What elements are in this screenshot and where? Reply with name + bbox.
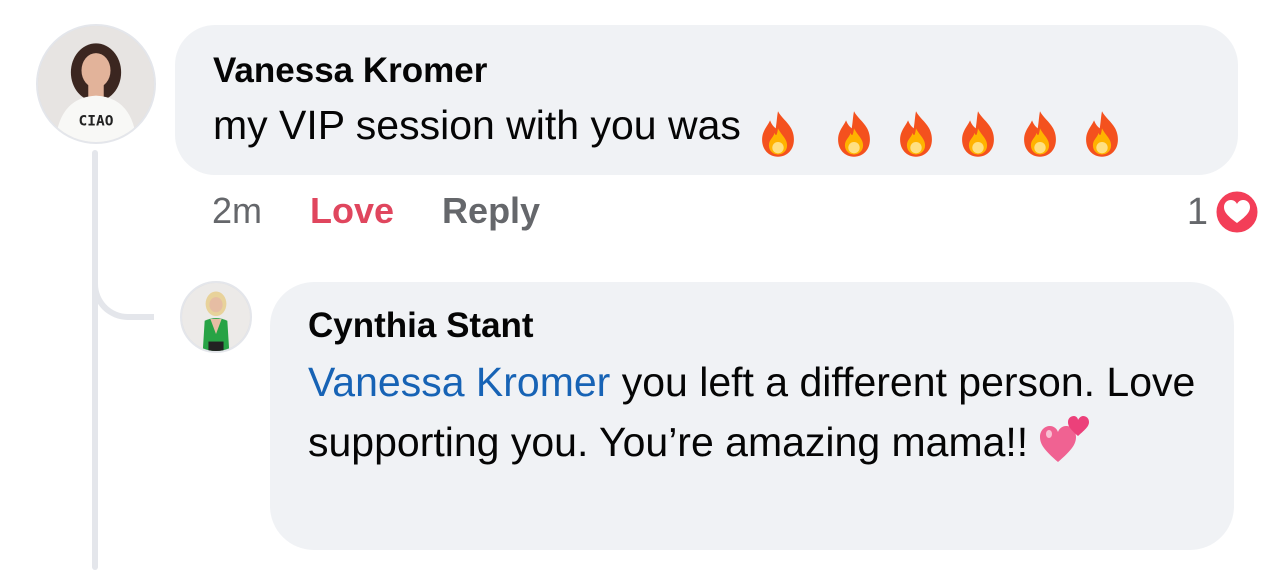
comment-author[interactable]: Vanessa Kromer [213,51,487,91]
reply-bubble: Cynthia Stant Vanessa Kromer you left a … [270,282,1234,550]
thread-branch-connector [92,250,154,320]
comment-timestamp[interactable]: 2m [212,190,262,232]
comment-bubble: Vanessa Kromer my VIP session with you w… [175,25,1238,175]
reply-author[interactable]: Cynthia Stant [308,306,534,346]
comment-body: my VIP session with you was [213,102,741,148]
avatar-photo [182,283,250,351]
two-hearts-icon [1040,416,1090,462]
avatar-photo: CIAO [38,26,154,142]
reaction-summary[interactable]: 1 [1187,187,1262,237]
reply-button[interactable]: Reply [442,190,540,232]
comment-actions: 2m Love Reply [212,190,588,232]
thread-line [92,150,98,570]
svg-text:CIAO: CIAO [79,114,114,130]
fire-icon [1023,111,1056,157]
avatar-cynthia[interactable] [180,281,252,353]
reaction-count: 1 [1186,190,1208,233]
fire-icon [1085,111,1118,157]
fire-icon [961,111,994,157]
fire-icon [761,111,794,157]
love-reaction-button[interactable]: Love [310,190,394,232]
fire-emoji-row [755,101,1125,161]
avatar-vanessa[interactable]: CIAO [36,24,156,144]
fire-icon [899,111,932,157]
mention-link[interactable]: Vanessa Kromer [308,359,610,405]
reply-text: Vanessa Kromer you left a different pers… [308,352,1208,472]
fire-icon [837,111,870,157]
love-reaction-icon [1213,188,1261,236]
comment-text: my VIP session with you was [213,95,1125,161]
